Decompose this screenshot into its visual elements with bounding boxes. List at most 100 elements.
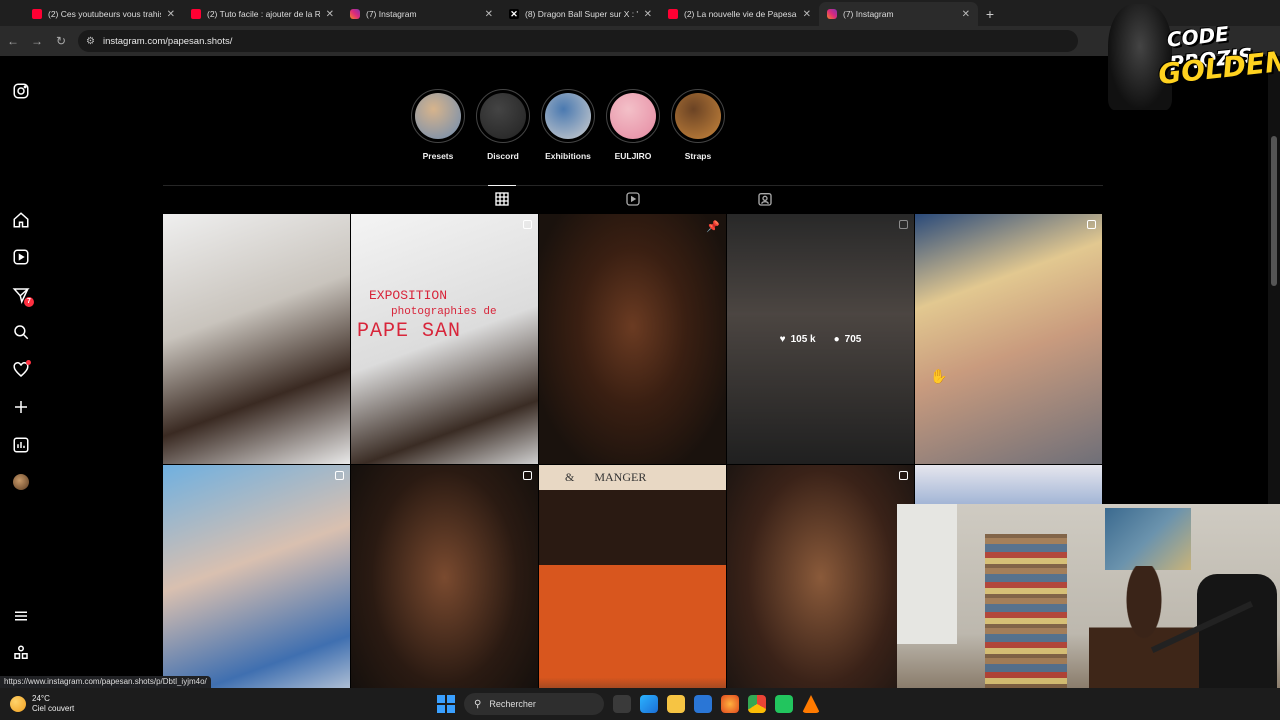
webcam-poster — [1105, 508, 1191, 570]
messages-icon[interactable]: 7 — [11, 285, 34, 307]
vlc-icon[interactable] — [802, 695, 820, 713]
browser-tab[interactable]: (7) Instagram ✕ — [342, 2, 501, 26]
highlight-cover — [541, 89, 595, 143]
browser-tab[interactable]: (2) La nouvelle vie de Papesan ✕ — [660, 2, 819, 26]
back-icon[interactable]: ← — [6, 34, 20, 48]
stream-logo: CODE PROZIS GOLDENG — [1108, 0, 1280, 110]
carousel-icon — [335, 471, 344, 480]
browser-tab[interactable]: (2) Ces youtubeurs vous trahis ✕ — [24, 2, 183, 26]
highlight-item[interactable]: Straps — [671, 89, 725, 161]
browser-tab[interactable]: (2) Tuto facile : ajouter de la RA ✕ — [183, 2, 342, 26]
taskbar-search[interactable]: ⚲ Rechercher — [464, 693, 604, 715]
poster-text: PAPE SAN — [357, 320, 462, 343]
instagram-icon — [827, 9, 837, 19]
start-button[interactable] — [437, 695, 455, 713]
tab-title: (2) Ces youtubeurs vous trahis — [48, 9, 161, 19]
site-info-icon[interactable]: ⚙ — [86, 36, 95, 47]
webcam-window — [897, 504, 957, 644]
post-thumbnail[interactable]: EXPOSITION photographies de PAPE SAN — [351, 214, 538, 464]
weather-widget[interactable]: 24°C Ciel couvert — [10, 694, 74, 714]
close-tab-icon[interactable]: ✕ — [803, 9, 811, 20]
tab-title: (7) Instagram — [843, 9, 894, 19]
browser-tab[interactable]: ✕ (8) Dragon Ball Super sur X : " ✕ — [501, 2, 660, 26]
profile-avatar[interactable] — [11, 472, 31, 492]
file-explorer-icon[interactable] — [667, 695, 685, 713]
comments-count: 705 — [844, 333, 862, 345]
posts-grid-icon[interactable] — [488, 185, 516, 207]
weather-condition: Ciel couvert — [32, 704, 75, 713]
poster-text: EXPOSITION — [369, 288, 448, 303]
status-url: https://www.instagram.com/papesan.shots/… — [0, 676, 211, 688]
highlight-item[interactable]: EULJIRO — [606, 89, 660, 161]
weather-icon — [10, 696, 26, 712]
menu-icon[interactable] — [11, 606, 31, 626]
highlight-item[interactable]: Discord — [476, 89, 530, 161]
tagged-tab-icon[interactable] — [757, 191, 773, 207]
post-thumbnail[interactable] — [915, 214, 1102, 464]
reels-tab-icon[interactable] — [625, 191, 641, 207]
more-apps-icon[interactable] — [11, 643, 31, 663]
task-view-icon[interactable] — [613, 695, 631, 713]
app-icon[interactable] — [775, 695, 793, 713]
post-thumbnail[interactable] — [351, 465, 538, 715]
edge-icon[interactable] — [640, 695, 658, 713]
chrome-icon[interactable] — [748, 695, 766, 713]
poster-text: photographies de — [391, 306, 497, 318]
home-icon[interactable] — [11, 210, 31, 230]
likes-count: 105 k — [790, 333, 816, 345]
post-thumbnail[interactable]: & MANGER — [539, 465, 726, 715]
youtube-icon — [32, 9, 42, 19]
likes-stat: ♥ 105 k — [780, 334, 816, 345]
close-tab-icon[interactable]: ✕ — [962, 9, 970, 20]
highlight-item[interactable]: Exhibitions — [541, 89, 595, 161]
close-tab-icon[interactable]: ✕ — [167, 9, 175, 20]
highlight-item[interactable]: Presets — [411, 89, 465, 161]
carousel-icon — [899, 471, 908, 480]
tab-title: (2) La nouvelle vie de Papesan — [684, 9, 797, 19]
forward-icon[interactable]: → — [30, 34, 44, 48]
post-thumbnail[interactable] — [163, 214, 350, 464]
close-tab-icon[interactable]: ✕ — [485, 9, 493, 20]
instagram-logo-icon[interactable] — [11, 81, 31, 101]
post-thumbnail[interactable]: 📌 — [539, 214, 726, 464]
windows-taskbar: 24°C Ciel couvert ⚲ Rechercher — [0, 688, 1280, 720]
create-icon[interactable] — [11, 397, 31, 417]
browser-tab[interactable]: (7) Instagram ✕ — [819, 2, 978, 26]
tab-title: (7) Instagram — [366, 9, 417, 19]
firefox-icon[interactable] — [721, 695, 739, 713]
tab-strip: (2) Ces youtubeurs vous trahis ✕ (2) Tuto … — [0, 0, 1280, 26]
heart-icon[interactable] — [11, 360, 31, 380]
sign-text: & — [565, 469, 575, 484]
post-thumbnail[interactable]: ♥ 105 k ● 705 — [727, 214, 914, 464]
tab-title: (8) Dragon Ball Super sur X : " — [525, 9, 638, 19]
post-hover-overlay[interactable]: ♥ 105 k ● 705 — [727, 214, 914, 464]
profile-tabs — [163, 185, 1103, 214]
sign-text: MANGER — [594, 469, 647, 484]
comments-stat: ● 705 — [834, 334, 862, 345]
reload-icon[interactable]: ↻ — [54, 34, 68, 48]
activity-dot — [26, 360, 31, 365]
post-thumbnail[interactable] — [727, 465, 914, 715]
carousel-icon — [523, 471, 532, 480]
highlight-label: Straps — [684, 151, 712, 161]
close-tab-icon[interactable]: ✕ — [644, 9, 652, 20]
scrollbar-thumb[interactable] — [1271, 136, 1277, 286]
search-icon[interactable] — [11, 322, 31, 342]
highlight-label: Discord — [487, 151, 519, 161]
address-bar[interactable]: ⚙ instagram.com/papesan.shots/ — [78, 30, 1078, 52]
notifications-badge: 7 — [24, 297, 34, 307]
reels-icon[interactable] — [11, 247, 31, 267]
highlight-label: EULJIRO — [614, 151, 652, 161]
dashboard-icon[interactable] — [11, 435, 31, 455]
highlight-cover — [411, 89, 465, 143]
tab-title: (2) Tuto facile : ajouter de la RA — [207, 9, 320, 19]
new-tab-button[interactable]: + — [978, 2, 1002, 26]
search-icon: ⚲ — [474, 698, 482, 710]
highlight-cover — [671, 89, 725, 143]
storefront-sign: & MANGER — [539, 465, 726, 489]
store-icon[interactable] — [694, 695, 712, 713]
pinned-icon: 📌 — [706, 221, 720, 233]
close-tab-icon[interactable]: ✕ — [326, 9, 334, 20]
highlight-label: Presets — [422, 151, 454, 161]
heart-icon: ♥ — [779, 333, 786, 345]
